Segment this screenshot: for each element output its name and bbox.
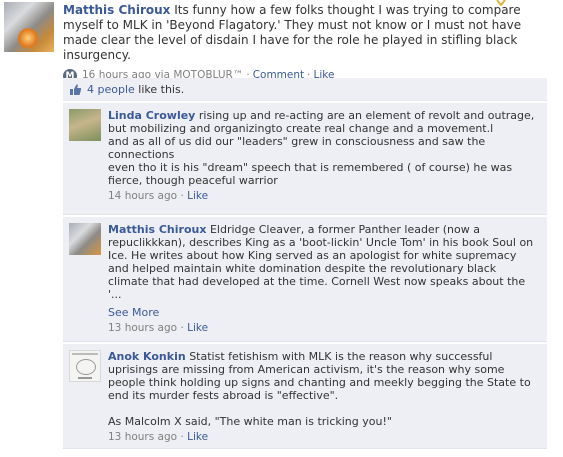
commenter-avatar[interactable] [69, 350, 101, 382]
comment-time[interactable]: 13 hours ago [108, 322, 177, 334]
separator: · [180, 190, 184, 202]
feedback-section: 4 people like this. Linda Crowley rising… [63, 78, 547, 449]
commenter-avatar[interactable] [69, 223, 101, 255]
comment-meta: 13 hours ago · Like [108, 322, 539, 335]
comment-meta: 14 hours ago · Like [108, 190, 539, 203]
see-more-link[interactable]: See More [108, 306, 539, 319]
comment-text: As Malcolm X said, "The white man is tri… [108, 415, 392, 428]
comment-body: Anok Konkin Statist fetishism with MLK i… [108, 344, 547, 450]
comment-like-link[interactable]: Like [187, 322, 208, 334]
comment-item: Matthis Chiroux Eldridge Cleaver, a form… [63, 217, 547, 342]
comment-text: even tho it is his "dream" speech that i… [108, 161, 513, 187]
comment-body: Linda Crowley rising up and re-acting ar… [108, 103, 547, 209]
commenter-name[interactable]: Linda Crowley [108, 109, 195, 122]
post-author-avatar[interactable] [4, 2, 54, 52]
thumbs-up-icon [70, 83, 82, 95]
comment-text: and as all of us did our "leaders" grew … [108, 135, 486, 161]
comment-time[interactable]: 14 hours ago [108, 190, 177, 202]
likes-suffix: like this. [138, 82, 185, 96]
likes-count-link[interactable]: 4 people [87, 83, 135, 96]
commenter-name[interactable]: Anok Konkin [108, 350, 186, 363]
post-author-name[interactable]: Matthis Chiroux [63, 3, 170, 17]
separator: · [180, 431, 184, 443]
commenter-name[interactable]: Matthis Chiroux [108, 223, 206, 236]
comment-like-link[interactable]: Like [187, 190, 208, 202]
comment-body: Matthis Chiroux Eldridge Cleaver, a form… [108, 217, 547, 341]
commenter-avatar[interactable] [69, 109, 101, 141]
likes-bar: 4 people like this. [63, 78, 547, 101]
comment-item: Anok Konkin Statist fetishism with MLK i… [63, 344, 547, 449]
comment-time[interactable]: 13 hours ago [108, 431, 177, 443]
separator: · [180, 322, 184, 334]
comment-item: Linda Crowley rising up and re-acting ar… [63, 103, 547, 215]
comment-meta: 13 hours ago · Like [108, 431, 539, 444]
post-body: Matthis Chiroux Its funny how a few folk… [63, 3, 547, 83]
comment-like-link[interactable]: Like [187, 431, 208, 443]
